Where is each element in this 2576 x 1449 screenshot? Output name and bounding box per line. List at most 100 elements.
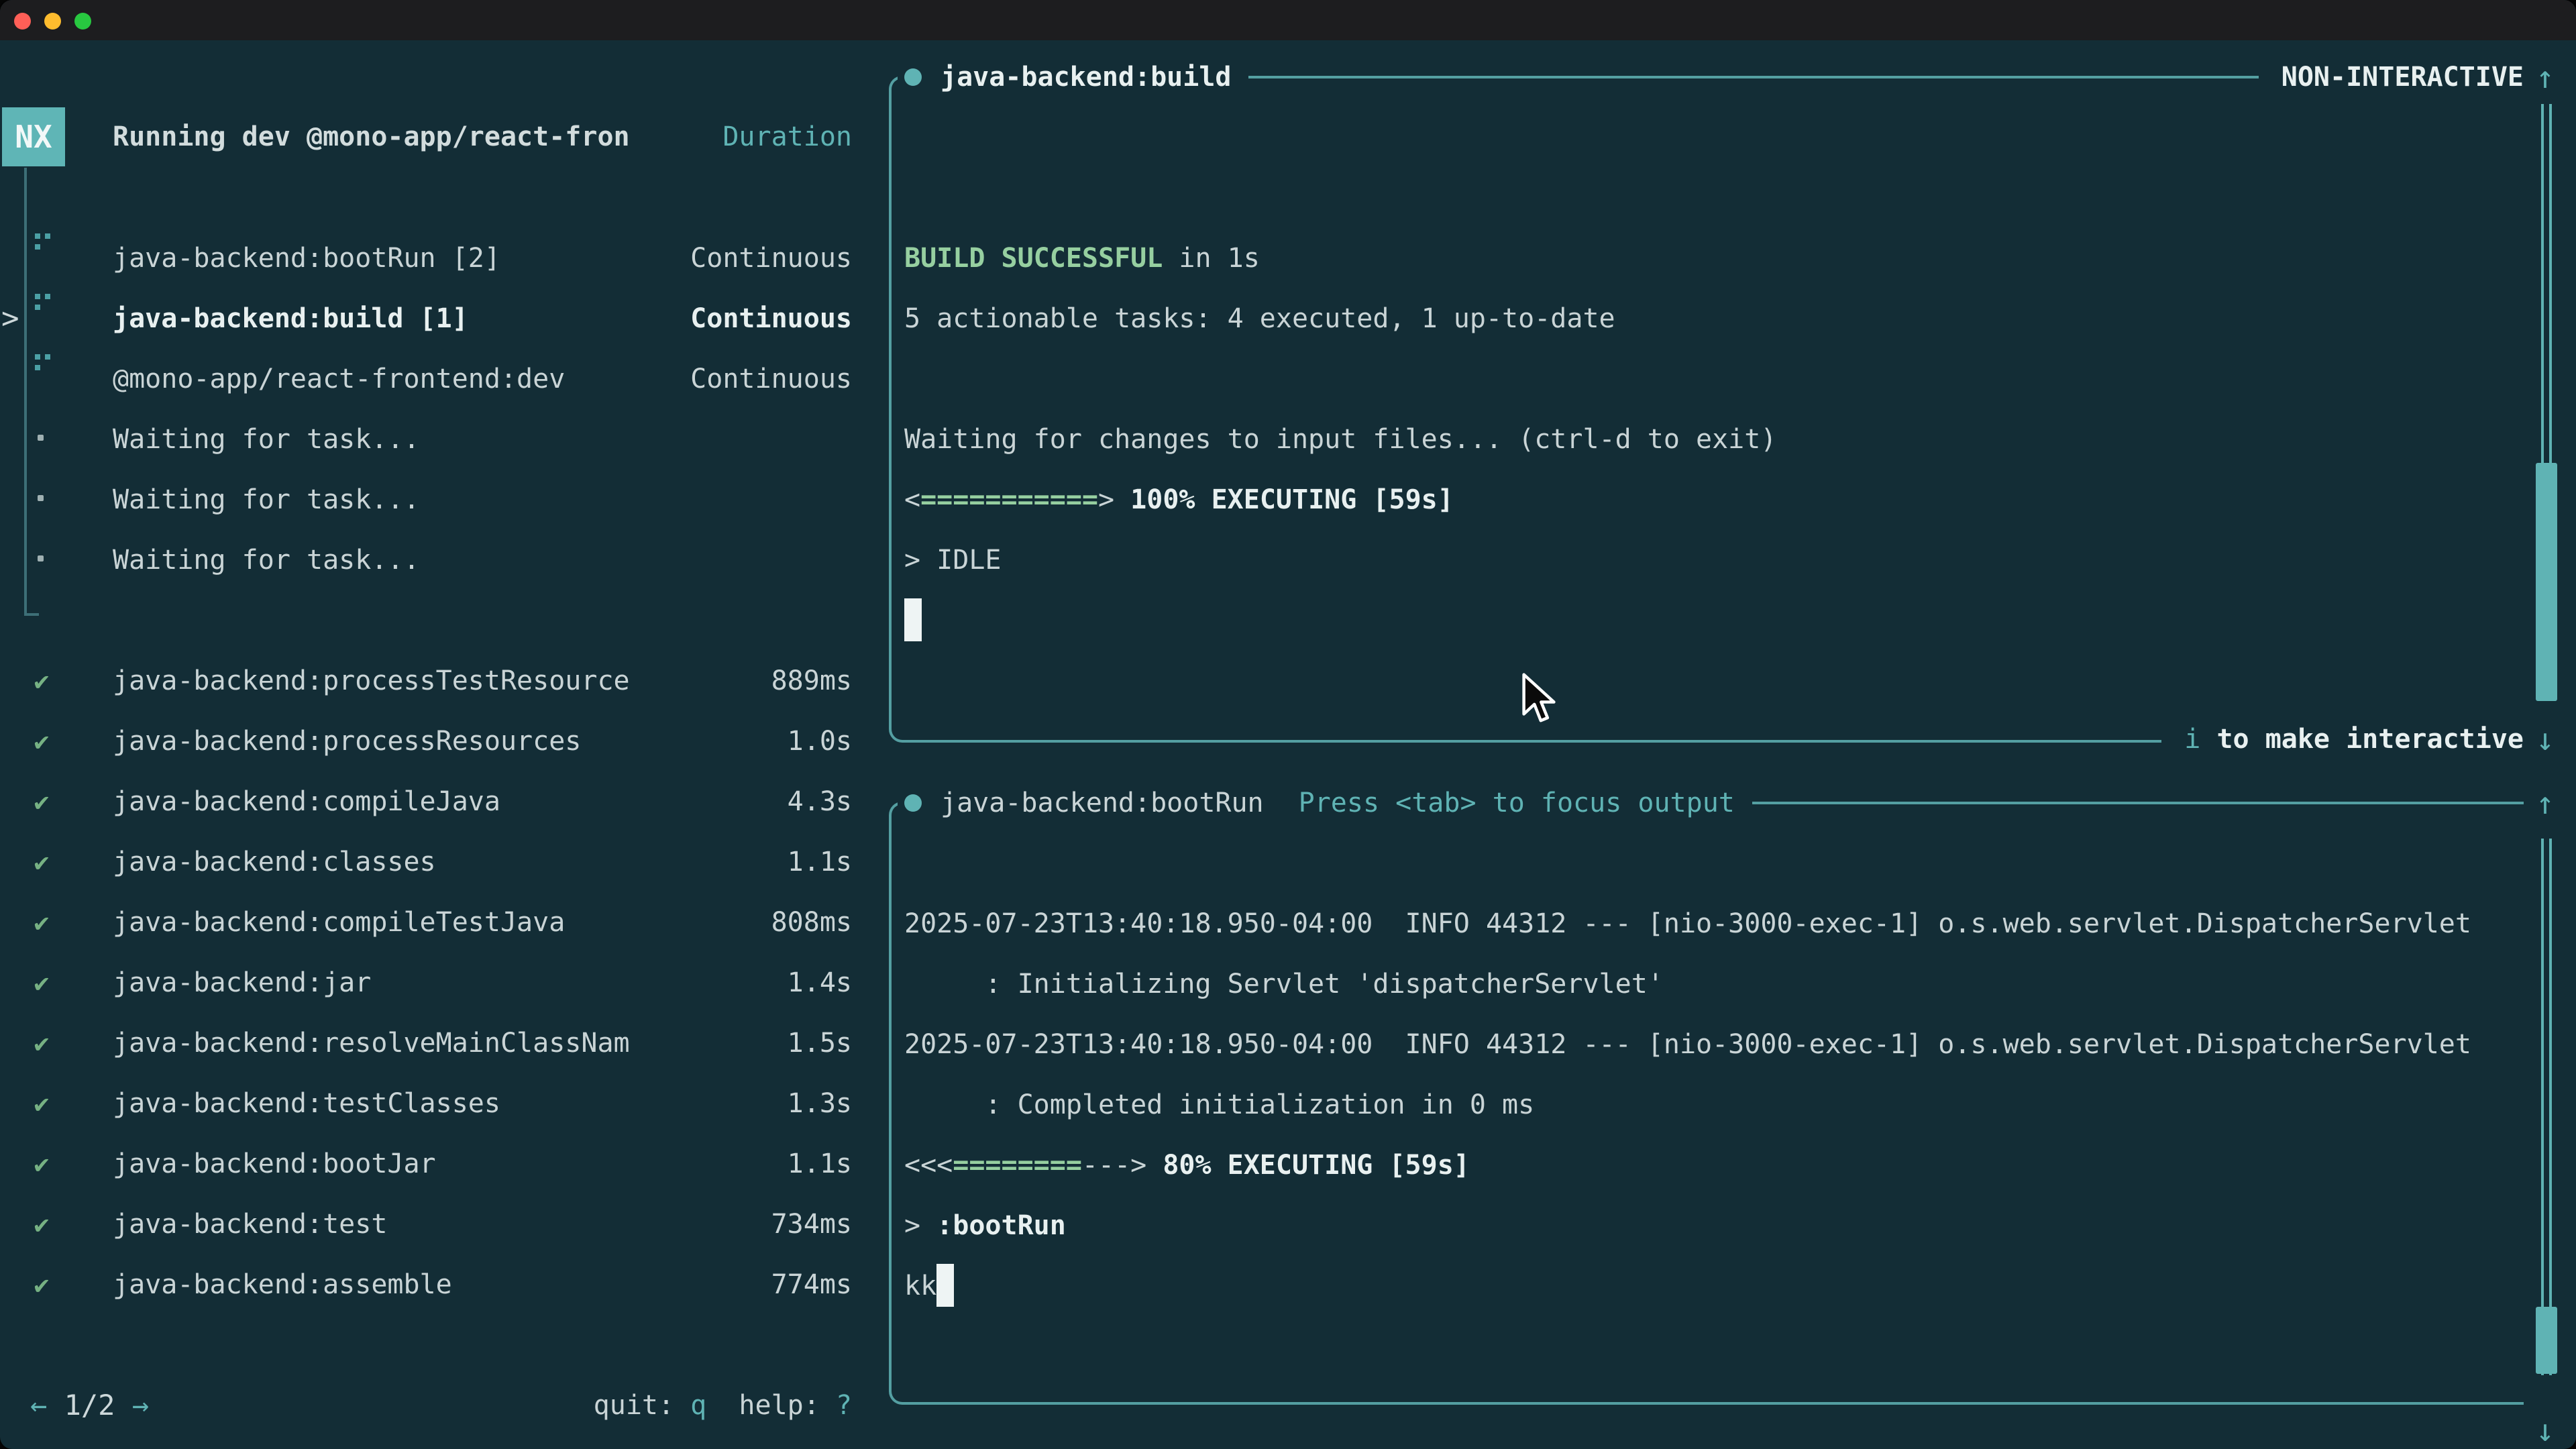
task-duration: 1.0s xyxy=(788,711,852,771)
check-icon: ✔ xyxy=(27,711,56,771)
bootrun-scrollbar-track[interactable] xyxy=(2541,839,2552,1375)
pager: ← 1/2 → xyxy=(30,1375,149,1436)
bootrun-input-line[interactable]: kk xyxy=(904,1256,954,1316)
help-label: help: xyxy=(706,1390,836,1421)
check-icon: ✔ xyxy=(27,1013,56,1073)
progress-label: 80% EXECUTING [59s] xyxy=(1146,1150,1470,1181)
task-duration: 774ms xyxy=(771,1254,852,1315)
task-duration: 1.5s xyxy=(788,1013,852,1073)
build-scrollbar-thumb[interactable] xyxy=(2536,463,2557,701)
spinner-icon xyxy=(35,233,59,260)
task-label: java-backend:testClasses xyxy=(113,1073,500,1134)
task-row-completed[interactable]: ✔ java-backend:resolveMainClassNam 1.5s xyxy=(0,1013,889,1073)
build-time-text: in 1s xyxy=(1163,243,1260,274)
build-success-line: BUILD SUCCESSFUL in 1s xyxy=(904,228,1260,288)
scroll-down-icon[interactable]: ↓ xyxy=(2526,1409,2564,1449)
task-row-completed[interactable]: ✔ java-backend:compileJava 4.3s xyxy=(0,771,889,832)
focus-output-hint: Press <tab> to focus output xyxy=(1299,782,1735,824)
bootrun-scrollbar-thumb[interactable] xyxy=(2536,1307,2557,1374)
build-progress-line: <===========> 100% EXECUTING [59s] xyxy=(904,470,1454,530)
task-row-frontend-dev[interactable]: @mono-app/react-frontend:dev Continuous xyxy=(0,349,889,409)
non-interactive-badge: NON-INTERACTIVE xyxy=(2282,56,2524,99)
task-duration: 1.1s xyxy=(788,1134,852,1194)
typed-input: kk xyxy=(904,1271,936,1301)
progress-label: 100% EXECUTING [59s] xyxy=(1114,484,1454,515)
build-cursor-line xyxy=(904,590,922,651)
sidebar-statusbar: ← 1/2 → quit: q help: ? xyxy=(0,1375,889,1436)
task-duration: Continuous xyxy=(690,288,852,349)
task-row-completed[interactable]: ✔ java-backend:assemble 774ms xyxy=(0,1254,889,1315)
bootrun-panel-header[interactable]: java-backend:bootRun Press <tab> to focu… xyxy=(898,782,1752,824)
task-label: java-backend:compileTestJava xyxy=(113,892,565,953)
interactive-key: i xyxy=(2184,718,2200,761)
task-label: java-backend:bootRun [2] xyxy=(113,228,500,288)
task-row-completed[interactable]: ✔ java-backend:compileTestJava 808ms xyxy=(0,892,889,953)
check-icon: ✔ xyxy=(27,953,56,1013)
build-idle-line: > IDLE xyxy=(904,530,1002,590)
task-row-completed[interactable]: ✔ java-backend:jar 1.4s xyxy=(0,953,889,1013)
task-duration: 889ms xyxy=(771,651,852,711)
zoom-window-button[interactable] xyxy=(74,13,91,30)
task-row-bootrun[interactable]: java-backend:bootRun [2] Continuous xyxy=(0,228,889,288)
bootrun-panel-title: java-backend:bootRun xyxy=(941,782,1264,824)
task-row-completed[interactable]: ✔ java-backend:bootJar 1.1s xyxy=(0,1134,889,1194)
task-row-waiting: Waiting for task... xyxy=(0,470,889,530)
check-icon: ✔ xyxy=(27,771,56,832)
prompt-command: :bootRun xyxy=(936,1210,1066,1241)
close-window-button[interactable] xyxy=(14,13,31,30)
task-row-build-selected[interactable]: > java-backend:build [1] Continuous xyxy=(0,288,889,349)
waiting-bullet-icon xyxy=(38,495,44,501)
quit-label: quit: xyxy=(594,1390,691,1421)
task-label: java-backend:compileJava xyxy=(113,771,500,832)
spinner-icon xyxy=(35,354,59,381)
scroll-up-icon[interactable]: ↑ xyxy=(2526,56,2564,99)
task-row-waiting: Waiting for task... xyxy=(0,409,889,470)
task-label: Waiting for task... xyxy=(113,409,420,470)
bootrun-prompt-line: > :bootRun xyxy=(904,1195,1066,1256)
check-icon: ✔ xyxy=(27,1194,56,1254)
task-duration: Continuous xyxy=(690,228,852,288)
terminal-cursor xyxy=(904,598,922,641)
page-next-arrow[interactable]: → xyxy=(132,1389,149,1421)
task-label: java-backend:test xyxy=(113,1194,387,1254)
task-row-completed[interactable]: ✔ java-backend:processTestResource 889ms xyxy=(0,651,889,711)
task-duration: Continuous xyxy=(690,349,852,409)
prompt-prefix: > xyxy=(904,1210,936,1241)
task-label: @mono-app/react-frontend:dev xyxy=(113,349,565,409)
spinner-icon xyxy=(35,294,59,321)
build-panel-header[interactable]: java-backend:build xyxy=(898,56,1248,99)
mouse-cursor xyxy=(1520,672,1558,726)
progress-rest: ---> xyxy=(1082,1150,1146,1181)
sidebar-title: Running dev @mono-app/react-fron xyxy=(113,107,630,166)
progress-open: < xyxy=(904,484,920,515)
task-label: java-backend:classes xyxy=(113,832,436,892)
task-row-completed[interactable]: ✔ java-backend:processResources 1.0s xyxy=(0,711,889,771)
check-icon: ✔ xyxy=(27,892,56,953)
task-row-completed[interactable]: ✔ java-backend:classes 1.1s xyxy=(0,832,889,892)
task-status-dot-icon xyxy=(904,794,922,812)
task-row-completed[interactable]: ✔ java-backend:test 734ms xyxy=(0,1194,889,1254)
task-label: java-backend:build [1] xyxy=(113,288,468,349)
waiting-bullet-icon xyxy=(38,435,44,441)
page-prev-arrow[interactable]: ← xyxy=(30,1389,47,1421)
task-duration: 1.1s xyxy=(788,832,852,892)
task-label: java-backend:jar xyxy=(113,953,371,1013)
task-status-dot-icon xyxy=(904,68,922,86)
quit-key: q xyxy=(690,1390,706,1421)
bootrun-progress-line: <<<========---> 80% EXECUTING [59s] xyxy=(904,1135,1470,1195)
build-panel-badge: NON-INTERACTIVE xyxy=(2259,56,2524,99)
log-line: 2025-07-23T13:40:18.950-04:00 INFO 44312… xyxy=(904,1014,2471,1075)
minimize-window-button[interactable] xyxy=(44,13,61,30)
build-panel-footer-hint: i to make interactive xyxy=(2161,718,2524,761)
scroll-down-icon[interactable]: ↓ xyxy=(2526,718,2564,761)
task-row-completed[interactable]: ✔ java-backend:testClasses 1.3s xyxy=(0,1073,889,1134)
scroll-up-icon[interactable]: ↑ xyxy=(2526,782,2564,824)
task-group-tree-elbow xyxy=(24,613,39,616)
page-indicator xyxy=(47,1389,64,1421)
task-label: java-backend:resolveMainClassNam xyxy=(113,1013,630,1073)
check-icon: ✔ xyxy=(27,651,56,711)
task-row-waiting: Waiting for task... xyxy=(0,530,889,590)
build-tasks-line: 5 actionable tasks: 4 executed, 1 up-to-… xyxy=(904,288,1615,349)
check-icon: ✔ xyxy=(27,1254,56,1315)
build-waiting-line: Waiting for changes to input files... (c… xyxy=(904,409,1776,470)
